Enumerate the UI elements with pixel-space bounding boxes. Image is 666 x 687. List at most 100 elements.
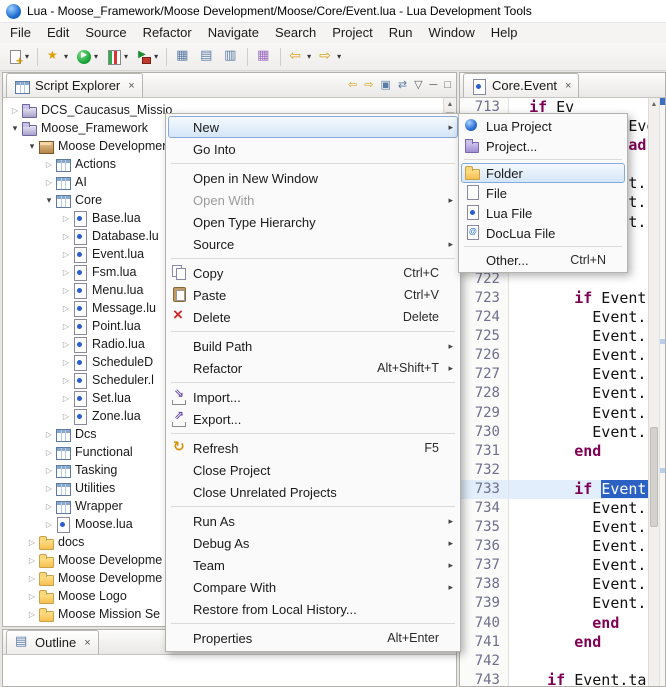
collapsed-arrow-icon[interactable]: ▷: [43, 178, 55, 187]
code-line[interactable]: 726 Event.I: [460, 346, 665, 365]
code-line[interactable]: 725 Event.I: [460, 327, 665, 346]
expanded-arrow-icon[interactable]: ▾: [26, 141, 38, 152]
run-button[interactable]: ▾: [72, 45, 102, 69]
context-menu-item-open-with[interactable]: Open With▸: [168, 189, 458, 211]
code-line[interactable]: 740 end: [460, 614, 665, 633]
line-number[interactable]: 731: [460, 442, 509, 461]
context-menu-item-compare-with[interactable]: Compare With▸: [168, 576, 458, 598]
dropdown-arrow-icon[interactable]: ▾: [64, 52, 68, 61]
collapsed-arrow-icon[interactable]: ▷: [60, 232, 72, 241]
code-line[interactable]: 733 if Event.: [460, 480, 665, 499]
collapsed-arrow-icon[interactable]: ▷: [60, 286, 72, 295]
dropdown-arrow-icon[interactable]: ▾: [337, 52, 341, 61]
code-text[interactable]: Event.I: [509, 518, 665, 537]
coverage-button[interactable]: ▾: [102, 45, 132, 69]
code-line[interactable]: 738 Event.I: [460, 575, 665, 594]
context-menu-item-open-in-new-window[interactable]: Open in New Window: [168, 167, 458, 189]
dropdown-arrow-icon[interactable]: ▾: [124, 52, 128, 61]
collapsed-arrow-icon[interactable]: ▷: [60, 340, 72, 349]
line-number[interactable]: 734: [460, 499, 509, 518]
context-menu-item-open-type-hierarchy[interactable]: Open Type Hierarchy: [168, 211, 458, 233]
menubar-item-window[interactable]: Window: [421, 23, 483, 43]
back-button[interactable]: ⇦: [348, 77, 357, 93]
editor-scroll-up-icon[interactable]: ▲: [649, 98, 659, 111]
collapsed-arrow-icon[interactable]: ▷: [60, 412, 72, 421]
context-menu-item-copy[interactable]: CopyCtrl+C: [168, 262, 458, 284]
code-text[interactable]: Event.I: [509, 423, 665, 442]
context-menu-item-properties[interactable]: PropertiesAlt+Enter: [168, 627, 458, 649]
line-number[interactable]: 739: [460, 594, 509, 613]
dropdown-arrow-icon[interactable]: ▾: [94, 52, 98, 61]
collapsed-arrow-icon[interactable]: ▷: [60, 322, 72, 331]
code-text[interactable]: if Event.: [509, 480, 665, 499]
menubar-item-source[interactable]: Source: [77, 23, 134, 43]
collapse-all-button[interactable]: ▣: [380, 77, 390, 93]
line-number[interactable]: 724: [460, 308, 509, 327]
code-text[interactable]: Event.I: [509, 308, 665, 327]
line-number[interactable]: 740: [460, 614, 509, 633]
overview-marker[interactable]: [660, 98, 665, 105]
context-menu-item-restore-from-local-history[interactable]: Restore from Local History...: [168, 598, 458, 620]
collapsed-arrow-icon[interactable]: ▷: [43, 502, 55, 511]
context-menu-item-team[interactable]: Team▸: [168, 554, 458, 576]
context-menu-item-debug-as[interactable]: Debug As▸: [168, 532, 458, 554]
line-number[interactable]: 737: [460, 556, 509, 575]
code-text[interactable]: Event.I: [509, 404, 665, 423]
collapsed-arrow-icon[interactable]: ▷: [26, 610, 38, 619]
editor-tab-close-icon[interactable]: ×: [565, 80, 571, 92]
context-menu-item-new[interactable]: New▸: [168, 116, 458, 138]
forward-button[interactable]: ▾: [315, 45, 345, 69]
code-line[interactable]: 742: [460, 652, 665, 671]
menubar-item-help[interactable]: Help: [483, 23, 526, 43]
context-menu-item-source[interactable]: Source▸: [168, 233, 458, 255]
code-text[interactable]: Event.I: [509, 537, 665, 556]
scroll-up-icon[interactable]: ▲: [444, 98, 456, 111]
collapsed-arrow-icon[interactable]: ▷: [9, 106, 21, 115]
external-tools-button[interactable]: ▾: [132, 45, 162, 69]
line-number[interactable]: 733: [460, 480, 509, 499]
code-line[interactable]: 730 Event.I: [460, 423, 665, 442]
editor-presentation-button[interactable]: [252, 45, 276, 69]
menubar-item-project[interactable]: Project: [324, 23, 380, 43]
code-text[interactable]: [509, 652, 665, 671]
collapsed-arrow-icon[interactable]: ▷: [43, 160, 55, 169]
line-number[interactable]: 742: [460, 652, 509, 671]
code-line[interactable]: 724 Event.I: [460, 308, 665, 327]
code-line[interactable]: 728 Event.I: [460, 384, 665, 403]
menubar-item-search[interactable]: Search: [267, 23, 324, 43]
forward-button[interactable]: ⇨: [364, 77, 373, 93]
context-menu-item-delete[interactable]: DeleteDelete: [168, 306, 458, 328]
new-submenu-item-project[interactable]: Project...: [461, 136, 625, 156]
script-explorer-tab[interactable]: Script Explorer ×: [6, 73, 143, 97]
line-number[interactable]: 743: [460, 671, 509, 686]
line-number[interactable]: 732: [460, 461, 509, 480]
line-number[interactable]: 736: [460, 537, 509, 556]
menubar-item-run[interactable]: Run: [381, 23, 421, 43]
link-with-editor-button[interactable]: ⇄: [398, 77, 407, 93]
code-line[interactable]: 735 Event.I: [460, 518, 665, 537]
code-line[interactable]: 739 Event.I: [460, 594, 665, 613]
dropdown-arrow-icon[interactable]: ▾: [25, 52, 29, 61]
collapsed-arrow-icon[interactable]: ▷: [60, 250, 72, 259]
collapsed-arrow-icon[interactable]: ▷: [43, 520, 55, 529]
code-text[interactable]: [509, 461, 665, 480]
code-line[interactable]: 729 Event.I: [460, 404, 665, 423]
line-number[interactable]: 728: [460, 384, 509, 403]
editor-scrollbar-thumb[interactable]: [650, 427, 658, 527]
code-line[interactable]: 723 if Event.: [460, 289, 665, 308]
line-number[interactable]: 726: [460, 346, 509, 365]
minimize-button[interactable]: ─: [430, 77, 438, 93]
view-menu-button[interactable]: ▽: [414, 77, 422, 93]
menubar-item-navigate[interactable]: Navigate: [200, 23, 267, 43]
overview-marker[interactable]: [660, 339, 665, 344]
back-button[interactable]: ▾: [285, 45, 315, 69]
code-text[interactable]: end: [509, 442, 665, 461]
context-menu-item-close-project[interactable]: Close Project: [168, 459, 458, 481]
collapsed-arrow-icon[interactable]: ▷: [26, 592, 38, 601]
editor-tab-core-event[interactable]: Core.Event ×: [463, 73, 579, 97]
code-line[interactable]: 727 Event.I: [460, 365, 665, 384]
code-text[interactable]: Event.I: [509, 575, 665, 594]
line-number[interactable]: 730: [460, 423, 509, 442]
new-submenu-item-doclua-file[interactable]: DocLua File: [461, 223, 625, 243]
new-wizard-button[interactable]: ▾: [3, 45, 33, 69]
